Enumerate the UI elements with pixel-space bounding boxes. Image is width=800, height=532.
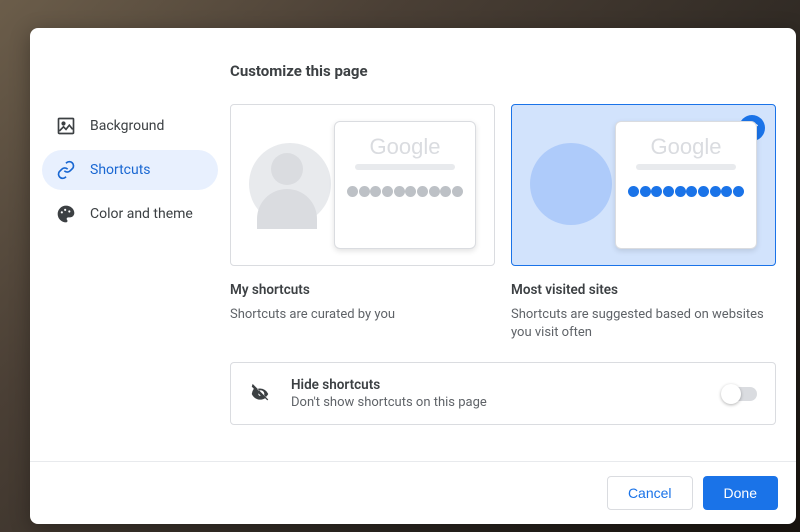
- option-title: My shortcuts: [230, 282, 495, 298]
- preview-my-shortcuts: Google: [231, 105, 494, 265]
- palette-icon: [56, 204, 76, 224]
- hide-shortcuts-toggle[interactable]: [723, 387, 757, 401]
- google-logo: Google: [651, 134, 722, 160]
- hide-shortcuts-texts: Hide shortcuts Don't show shortcuts on t…: [291, 377, 703, 410]
- dot-icon: [733, 186, 744, 197]
- option-title: Most visited sites: [511, 282, 776, 298]
- mini-preview: Google: [334, 121, 476, 249]
- dot-icon: [405, 186, 416, 197]
- option-my-shortcuts: Google My shortcuts Shortcuts are curate…: [230, 104, 495, 342]
- sidebar-item-label: Background: [90, 118, 164, 134]
- mini-preview: Google: [615, 121, 757, 249]
- avatar-head-icon: [271, 153, 303, 185]
- shortcut-dots: [628, 186, 744, 197]
- search-bar-icon: [355, 164, 455, 170]
- dot-icon: [440, 186, 451, 197]
- dot-icon: [370, 186, 381, 197]
- globe-icon: [530, 143, 612, 225]
- sidebar-item-label: Shortcuts: [90, 162, 151, 178]
- dialog-footer: Cancel Done: [30, 461, 796, 524]
- dot-icon: [651, 186, 662, 197]
- card-my-shortcuts[interactable]: Google: [230, 104, 495, 266]
- page-title: Customize this page: [230, 62, 776, 80]
- preview-most-visited: Google: [512, 105, 775, 265]
- dot-icon: [663, 186, 674, 197]
- dot-icon: [429, 186, 440, 197]
- dot-icon: [710, 186, 721, 197]
- shortcut-dots: [347, 186, 463, 197]
- dot-icon: [452, 186, 463, 197]
- dialog-body: Background Shortcuts Color and theme Cus…: [30, 28, 796, 461]
- dot-icon: [347, 186, 358, 197]
- content-pane: Customize this page Google: [230, 28, 796, 461]
- dot-icon: [628, 186, 639, 197]
- customize-dialog: Background Shortcuts Color and theme Cus…: [30, 28, 796, 524]
- dot-icon: [417, 186, 428, 197]
- dot-icon: [359, 186, 370, 197]
- dot-icon: [394, 186, 405, 197]
- dot-icon: [640, 186, 651, 197]
- option-most-visited: Google Most visited sites Shortcuts are …: [511, 104, 776, 342]
- sidebar-item-color-theme[interactable]: Color and theme: [42, 194, 218, 234]
- hide-shortcuts-desc: Don't show shortcuts on this page: [291, 395, 703, 410]
- link-icon: [56, 160, 76, 180]
- cancel-button[interactable]: Cancel: [607, 476, 693, 510]
- google-logo: Google: [370, 134, 441, 160]
- eye-off-icon: [249, 383, 271, 405]
- search-bar-icon: [636, 164, 736, 170]
- card-most-visited[interactable]: Google: [511, 104, 776, 266]
- shortcut-options: Google My shortcuts Shortcuts are curate…: [230, 104, 776, 342]
- image-frame-icon: [56, 116, 76, 136]
- dot-icon: [721, 186, 732, 197]
- dot-icon: [698, 186, 709, 197]
- option-desc: Shortcuts are curated by you: [230, 306, 495, 324]
- dot-icon: [382, 186, 393, 197]
- sidebar-item-shortcuts[interactable]: Shortcuts: [42, 150, 218, 190]
- option-desc: Shortcuts are suggested based on website…: [511, 306, 776, 342]
- hide-shortcuts-row: Hide shortcuts Don't show shortcuts on t…: [230, 362, 776, 425]
- sidebar-item-background[interactable]: Background: [42, 106, 218, 146]
- sidebar: Background Shortcuts Color and theme: [30, 28, 230, 461]
- dot-icon: [675, 186, 686, 197]
- sidebar-item-label: Color and theme: [90, 206, 193, 222]
- toggle-knob: [721, 384, 741, 404]
- hide-shortcuts-title: Hide shortcuts: [291, 377, 703, 393]
- dot-icon: [686, 186, 697, 197]
- done-button[interactable]: Done: [703, 476, 778, 510]
